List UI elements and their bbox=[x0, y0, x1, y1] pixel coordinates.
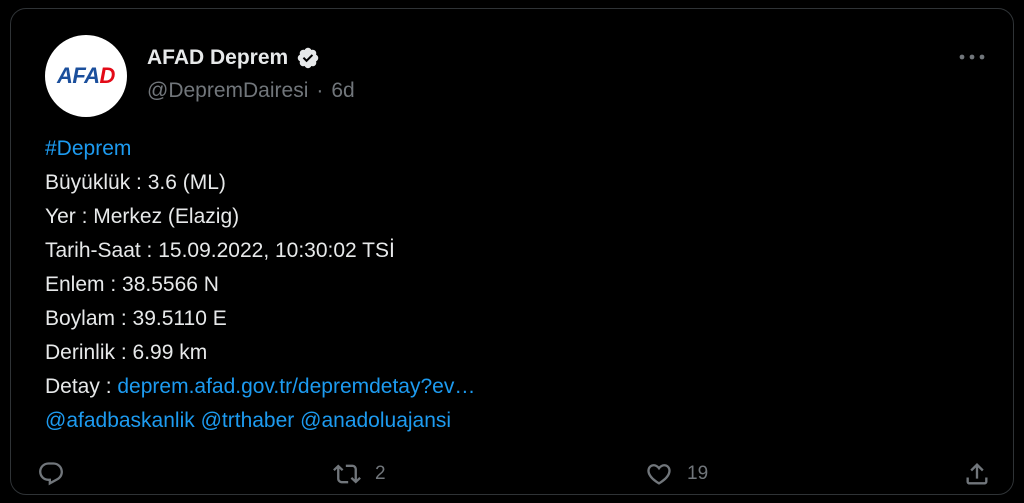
author-handle[interactable]: @DepremDairesi bbox=[147, 79, 308, 103]
verified-badge-icon bbox=[297, 47, 319, 69]
author-handle-row: @DepremDairesi · 6d bbox=[147, 79, 355, 103]
tweet-card[interactable]: AFAD AFAD Deprem @DepremDairesi · 6d #De… bbox=[10, 8, 1014, 495]
more-dots-icon bbox=[959, 54, 985, 60]
longitude-line: Boylam : 39.5110 E bbox=[45, 307, 227, 330]
more-options-button[interactable] bbox=[955, 47, 989, 67]
afad-logo: AFAD bbox=[57, 63, 115, 88]
author-display-name[interactable]: AFAD Deprem bbox=[147, 46, 288, 70]
hashtag-link[interactable]: #Deprem bbox=[45, 137, 131, 160]
separator-dot: · bbox=[316, 79, 324, 102]
share-button[interactable] bbox=[963, 457, 991, 491]
retweet-button[interactable]: 2 bbox=[333, 457, 386, 491]
magnitude-line: Büyüklük : 3.6 (ML) bbox=[45, 171, 226, 194]
detail-line: Detay : deprem.afad.gov.tr/depremdetay?e… bbox=[45, 370, 985, 404]
reply-button[interactable] bbox=[37, 457, 65, 491]
mentions-line: @afadbaskanlik @trthaber @anadoluajansi bbox=[45, 404, 985, 438]
tweet-text: #Deprem Büyüklük : 3.6 (ML) Yer : Merkez… bbox=[45, 132, 985, 438]
tweet-timestamp[interactable]: 6d bbox=[331, 79, 354, 103]
reply-icon bbox=[39, 462, 63, 486]
depth-line: Derinlik : 6.99 km bbox=[45, 341, 208, 364]
author-name-row: AFAD Deprem bbox=[147, 43, 320, 73]
like-button[interactable]: 19 bbox=[645, 457, 708, 491]
detail-url-link[interactable]: deprem.afad.gov.tr/depremdetay?ev… bbox=[117, 375, 475, 398]
tweet-actions-bar: 2 19 bbox=[11, 457, 1015, 491]
avatar[interactable]: AFAD bbox=[45, 35, 127, 117]
share-icon bbox=[966, 463, 988, 485]
heart-icon bbox=[647, 464, 671, 485]
mention-trthaber[interactable]: @trthaber bbox=[201, 409, 295, 432]
latitude-line: Enlem : 38.5566 N bbox=[45, 273, 219, 296]
retweet-count: 2 bbox=[375, 463, 386, 484]
detail-label: Detay : bbox=[45, 375, 118, 398]
datetime-line: Tarih-Saat : 15.09.2022, 10:30:02 TSİ bbox=[45, 239, 395, 262]
like-count: 19 bbox=[687, 463, 709, 484]
mention-afadbaskanlik[interactable]: @afadbaskanlik bbox=[45, 409, 195, 432]
mention-anadoluajansi[interactable]: @anadoluajansi bbox=[300, 409, 451, 432]
retweet-icon bbox=[333, 464, 361, 484]
location-line: Yer : Merkez (Elazig) bbox=[45, 205, 240, 228]
